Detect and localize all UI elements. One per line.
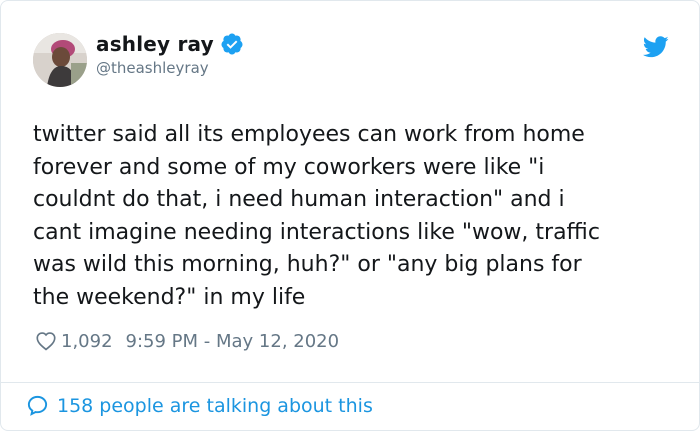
heart-outline-icon[interactable] (35, 330, 57, 352)
divider (1, 382, 699, 383)
tweet-card: ashley ray @theashleyray twitter said al… (0, 0, 700, 431)
author-handle[interactable]: @theashleyray (96, 59, 209, 77)
tweet-meta: 1,092 9:59 PM - May 12, 2020 (35, 330, 339, 352)
speech-bubble-icon (26, 394, 49, 417)
tweet-timestamp[interactable]: 9:59 PM - May 12, 2020 (126, 331, 340, 352)
talking-about-text: 158 people are talking about this (57, 394, 373, 417)
verified-badge-icon (220, 32, 244, 56)
avatar[interactable] (33, 33, 87, 87)
avatar-image (33, 33, 87, 87)
author-name-row: ashley ray (96, 32, 244, 56)
twitter-bird-icon[interactable] (642, 36, 669, 58)
display-name[interactable]: ashley ray (96, 32, 214, 56)
talking-about-link[interactable]: 158 people are talking about this (26, 394, 373, 417)
like-count[interactable]: 1,092 (61, 331, 113, 352)
tweet-text: twitter said all its employees can work … (33, 122, 600, 310)
